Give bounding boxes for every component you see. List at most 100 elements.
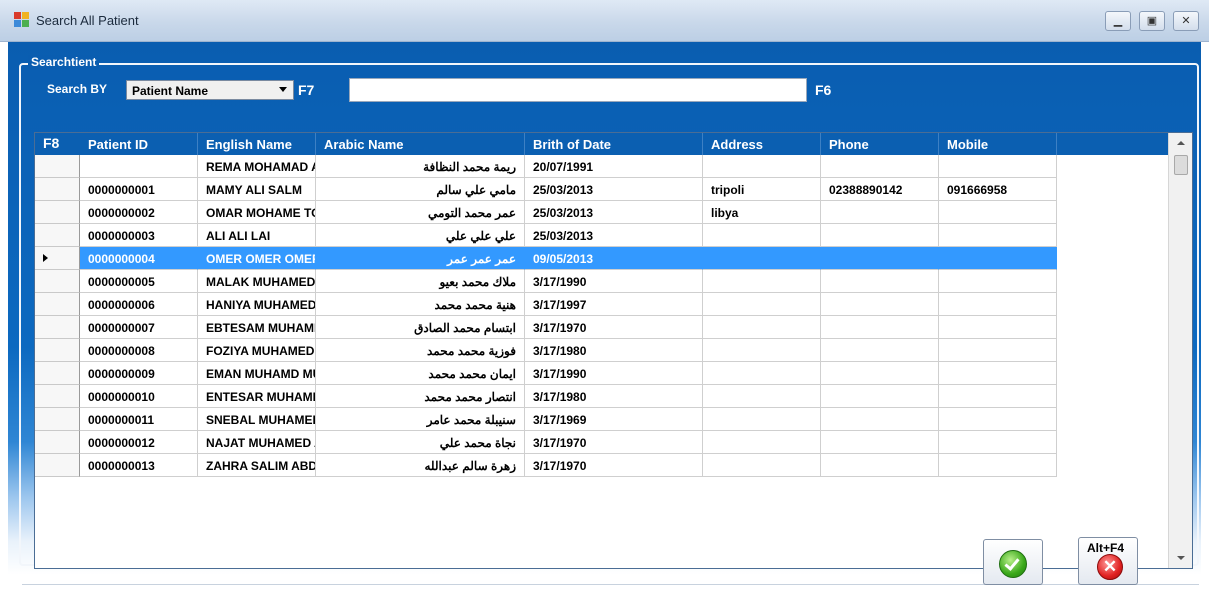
table-row[interactable]: 0000000007EBTESAM MUHAMED A...ابتسام محم…: [80, 316, 1170, 339]
col-english-name-cell[interactable]: FOZIYA MUHAMED MU...: [198, 339, 316, 362]
table-row[interactable]: 0000000010ENTESAR MUHAMED ...انتصار محمد…: [80, 385, 1170, 408]
col-birth-date-cell[interactable]: 3/17/1970: [525, 316, 703, 339]
row-header[interactable]: [35, 178, 80, 201]
col-phone-cell[interactable]: [821, 155, 939, 178]
col-mobile-cell[interactable]: [939, 224, 1057, 247]
col-arabic-name-header[interactable]: Arabic Name: [316, 133, 525, 155]
col-patient-id-cell[interactable]: 0000000010: [80, 385, 198, 408]
table-row[interactable]: 0000000008FOZIYA MUHAMED MU...فوزية محمد…: [80, 339, 1170, 362]
scroll-up-icon[interactable]: [1177, 141, 1185, 145]
col-patient-id-header[interactable]: Patient ID: [80, 133, 198, 155]
col-phone-cell[interactable]: [821, 454, 939, 477]
col-mobile-cell[interactable]: [939, 408, 1057, 431]
col-mobile-cell[interactable]: [939, 339, 1057, 362]
col-phone-header[interactable]: Phone: [821, 133, 939, 155]
row-header[interactable]: [35, 155, 80, 178]
table-row[interactable]: 0000000003 ALI ALI LAI علي علي علي 25/03/20…: [80, 224, 1170, 247]
col-mobile-cell[interactable]: [939, 201, 1057, 224]
col-address-cell[interactable]: [703, 247, 821, 270]
vertical-scrollbar[interactable]: [1168, 133, 1192, 568]
col-birth-date-cell[interactable]: 3/17/1990: [525, 362, 703, 385]
col-patient-id-cell[interactable]: 0000000008: [80, 339, 198, 362]
row-header[interactable]: [35, 270, 80, 293]
col-birth-date-cell[interactable]: 09/05/2013: [525, 247, 703, 270]
col-phone-cell[interactable]: [821, 270, 939, 293]
col-english-name-cell[interactable]: OMAR MOHAME TOMI: [198, 201, 316, 224]
row-header[interactable]: [35, 316, 80, 339]
col-address-cell[interactable]: [703, 454, 821, 477]
col-birth-date-cell[interactable]: 20/07/1991: [525, 155, 703, 178]
col-arabic-name-cell[interactable]: ايمان محمد محمد: [316, 362, 525, 385]
row-header[interactable]: [35, 408, 80, 431]
col-mobile-cell[interactable]: [939, 431, 1057, 454]
row-header[interactable]: [35, 201, 80, 224]
col-address-cell[interactable]: [703, 224, 821, 247]
col-phone-cell[interactable]: [821, 201, 939, 224]
row-header[interactable]: [35, 339, 80, 362]
col-arabic-name-cell[interactable]: سنيبلة محمد عامر: [316, 408, 525, 431]
table-row[interactable]: 0000000013ZAHRA SALIM ABDALL...زهرة سالم…: [80, 454, 1170, 477]
scroll-thumb[interactable]: [1174, 155, 1188, 175]
restore-button[interactable]: ▣: [1139, 11, 1165, 31]
col-patient-id-cell[interactable]: 0000000007: [80, 316, 198, 339]
col-address-cell[interactable]: libya: [703, 201, 821, 224]
col-address-cell[interactable]: [703, 408, 821, 431]
table-row[interactable]: 0000000009EMAN MUHAMD MUHA...ايمان محمد …: [80, 362, 1170, 385]
search-by-dropdown[interactable]: Patient Name: [126, 80, 294, 100]
col-phone-cell[interactable]: [821, 316, 939, 339]
col-address-cell[interactable]: [703, 385, 821, 408]
row-header[interactable]: [35, 362, 80, 385]
col-patient-id-cell[interactable]: 0000000002: [80, 201, 198, 224]
col-patient-id-cell[interactable]: 0000000013: [80, 454, 198, 477]
col-address-header[interactable]: Address: [703, 133, 821, 155]
col-address-cell[interactable]: [703, 155, 821, 178]
col-english-name-cell[interactable]: EMAN MUHAMD MUHA...: [198, 362, 316, 385]
col-phone-cell[interactable]: 02388890142: [821, 178, 939, 201]
col-arabic-name-cell[interactable]: زهرة سالم عبدالله: [316, 454, 525, 477]
col-english-name-cell[interactable]: NAJAT MUHAMED ALI: [198, 431, 316, 454]
col-phone-cell[interactable]: [821, 408, 939, 431]
col-english-name-cell[interactable]: ALI ALI LAI: [198, 224, 316, 247]
col-birth-date-cell[interactable]: 3/17/1980: [525, 339, 703, 362]
table-row[interactable]: 0000000004 OMER OMER OMER عمر عمر عمر 09/05…: [80, 247, 1170, 270]
table-row[interactable]: 0000000001 MAMY ALI SALM مامي علي سالم 25/0…: [80, 178, 1170, 201]
col-birth-date-cell[interactable]: 3/17/1990: [525, 270, 703, 293]
col-english-name-cell[interactable]: MALAK MUHAMED BAIYO: [198, 270, 316, 293]
col-address-cell[interactable]: [703, 316, 821, 339]
col-english-name-cell[interactable]: MAMY ALI SALM: [198, 178, 316, 201]
col-birth-date-cell[interactable]: 3/17/1997: [525, 293, 703, 316]
col-phone-cell[interactable]: [821, 362, 939, 385]
col-patient-id-cell[interactable]: 0000000011: [80, 408, 198, 431]
scroll-down-icon[interactable]: [1177, 556, 1185, 560]
col-address-cell[interactable]: tripoli: [703, 178, 821, 201]
table-row[interactable]: 0000000006HANIYA MUHAMED MU...هنية محمد …: [80, 293, 1170, 316]
col-patient-id-cell[interactable]: 0000000004: [80, 247, 198, 270]
col-birth-date-cell[interactable]: 3/17/1980: [525, 385, 703, 408]
col-address-cell[interactable]: [703, 362, 821, 385]
col-phone-cell[interactable]: [821, 385, 939, 408]
search-input[interactable]: [349, 78, 807, 102]
dropdown-arrow-icon[interactable]: [279, 87, 287, 92]
col-birth-date-cell[interactable]: 3/17/1969: [525, 408, 703, 431]
col-patient-id-cell[interactable]: [80, 155, 198, 178]
col-arabic-name-cell[interactable]: مامي علي سالم: [316, 178, 525, 201]
ok-button[interactable]: [983, 539, 1043, 585]
table-row[interactable]: 0000000002OMAR MOHAME TOMIعمر محمد التوم…: [80, 201, 1170, 224]
col-english-name-header[interactable]: English Name: [198, 133, 316, 155]
col-arabic-name-cell[interactable]: انتصار محمد محمد: [316, 385, 525, 408]
col-arabic-name-cell[interactable]: فوزية محمد محمد: [316, 339, 525, 362]
col-mobile-cell[interactable]: [939, 155, 1057, 178]
col-mobile-cell[interactable]: [939, 293, 1057, 316]
col-mobile-cell[interactable]: [939, 270, 1057, 293]
col-english-name-cell[interactable]: REMA MOHAMAD ALN...: [198, 155, 316, 178]
col-birth-date-cell[interactable]: 25/03/2013: [525, 178, 703, 201]
table-row[interactable]: REMA MOHAMAD ALN...ريمة محمد النظافة20/0…: [80, 155, 1170, 178]
col-english-name-cell[interactable]: SNEBAL MUHAMED AM...: [198, 408, 316, 431]
patient-grid[interactable]: F8 Patient ID English Name Arabic Name Brit…: [34, 132, 1193, 569]
col-patient-id-cell[interactable]: 0000000003: [80, 224, 198, 247]
cancel-button[interactable]: Alt+F4 ✕: [1078, 537, 1138, 585]
col-patient-id-cell[interactable]: 0000000006: [80, 293, 198, 316]
col-address-cell[interactable]: [703, 293, 821, 316]
col-arabic-name-cell[interactable]: علي علي علي: [316, 224, 525, 247]
col-mobile-cell[interactable]: [939, 385, 1057, 408]
